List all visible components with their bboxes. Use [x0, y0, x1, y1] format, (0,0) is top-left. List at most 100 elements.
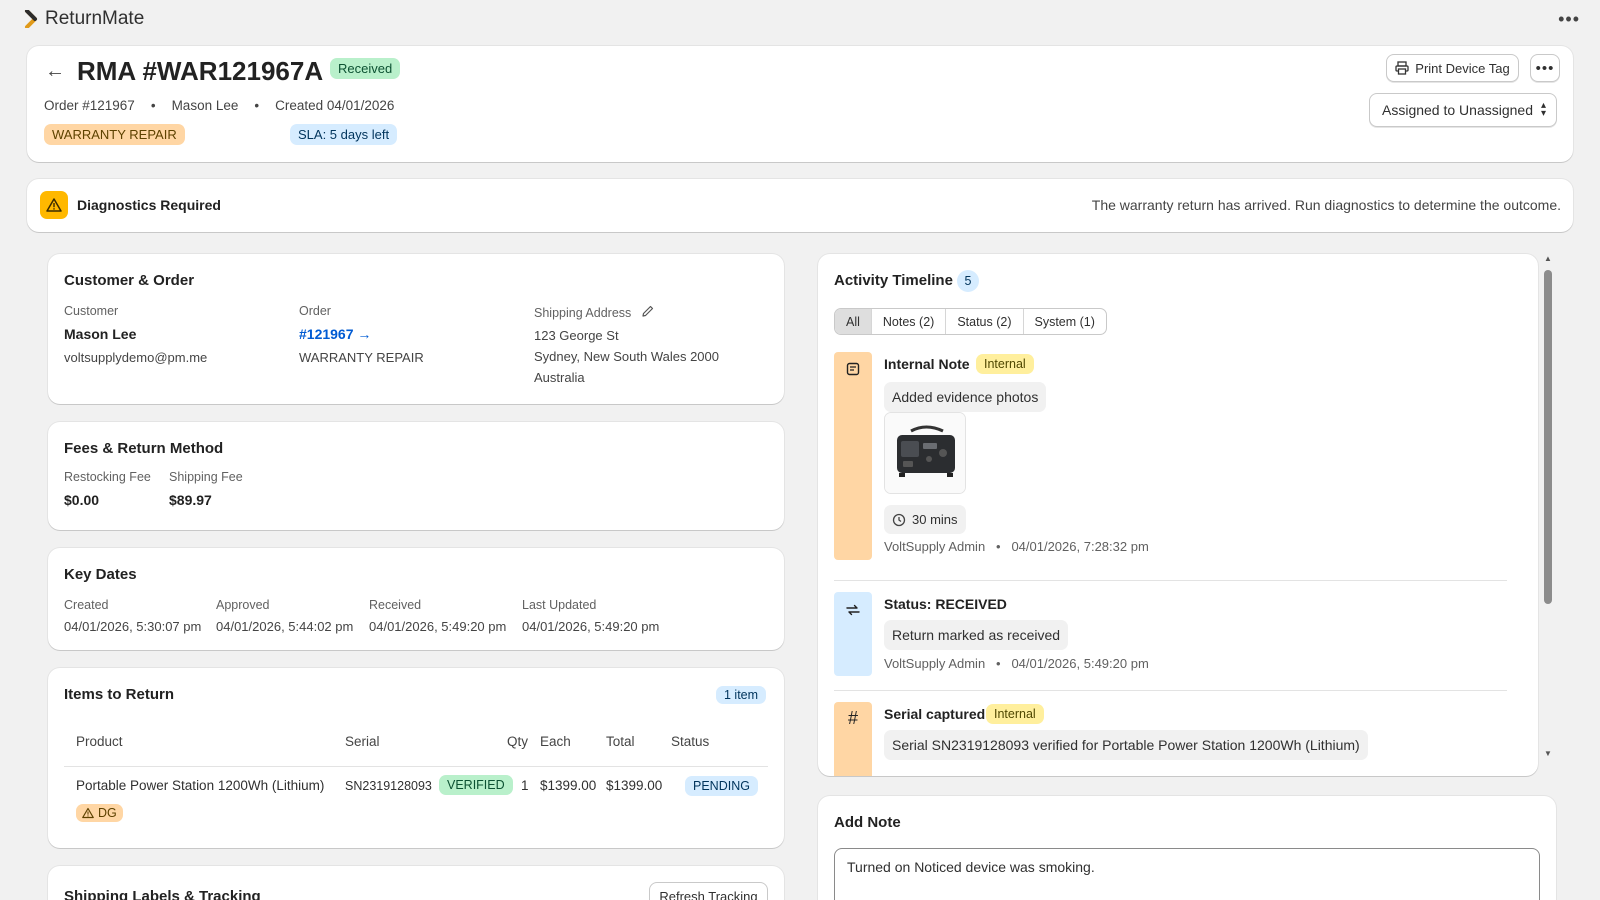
- event-time: 04/01/2026, 5:49:20 pm: [1011, 656, 1149, 671]
- created-label: Created: [64, 598, 109, 612]
- select-arrows-icon: ▴ ▾: [1540, 100, 1546, 119]
- hash-icon: #: [834, 702, 872, 776]
- page-title: RMA #WAR121967A: [77, 56, 324, 86]
- duration-chip: 30 mins: [884, 505, 966, 534]
- customer-email: voltsupplydemo@pm.me: [64, 350, 208, 365]
- scroll-up-icon[interactable]: ▲: [1544, 254, 1552, 263]
- table-divider: [64, 766, 768, 767]
- brand[interactable]: ReturnMate: [24, 8, 144, 30]
- serial-verified-badge: VERIFIED: [439, 775, 513, 795]
- top-bar: ReturnMate •••: [0, 0, 1600, 38]
- column-header-product: Product: [76, 734, 123, 749]
- created-value: 04/01/2026, 5:30:07 pm: [64, 619, 202, 634]
- ellipsis-icon: •••: [1535, 59, 1555, 77]
- app-more-icon[interactable]: •••: [1558, 9, 1580, 30]
- item-count-badge: 1 item: [716, 686, 767, 704]
- section-title: Shipping Labels & Tracking: [64, 888, 261, 900]
- event-type-bar: [834, 352, 872, 560]
- activity-timeline-card: Activity Timeline 5 All Notes (2) Status…: [818, 254, 1538, 776]
- assignee-select[interactable]: Assigned to Unassigned ▴ ▾: [1369, 93, 1557, 127]
- created-date: Created 04/01/2026: [275, 98, 395, 113]
- shipping-fee-value: $89.97: [169, 492, 212, 508]
- column-header-each: Each: [540, 734, 571, 749]
- note-icon: [846, 362, 860, 376]
- section-title: Add Note: [834, 814, 901, 831]
- activity-count-badge: 5: [957, 270, 979, 292]
- received-value: 04/01/2026, 5:49:20 pm: [369, 619, 507, 634]
- event-time: 04/01/2026, 7:28:32 pm: [1011, 539, 1149, 554]
- refresh-tracking-button[interactable]: Refresh Tracking: [649, 882, 768, 900]
- print-device-tag-label: Print Device Tag: [1415, 60, 1510, 76]
- clock-icon: [892, 513, 906, 526]
- tab-notes[interactable]: Notes (2): [870, 309, 945, 334]
- order-link[interactable]: #121967 →: [299, 326, 371, 342]
- warning-icon: [82, 807, 94, 819]
- address-line: Australia: [534, 370, 585, 385]
- customer-label: Customer: [64, 304, 119, 318]
- note-textarea[interactable]: Turned on Noticed device was smoking.: [834, 848, 1540, 900]
- shipping-labels-card: Shipping Labels & Tracking Refresh Track…: [48, 866, 784, 900]
- tab-all[interactable]: All: [835, 309, 871, 334]
- internal-badge: Internal: [986, 704, 1044, 724]
- event-body: Added evidence photos: [884, 382, 1047, 412]
- order-label: Order: [299, 304, 331, 318]
- column-header-qty: Qty: [507, 734, 529, 749]
- rma-header: ← RMA #WAR121967A Received Order #121967…: [27, 46, 1573, 162]
- restocking-fee-label: Restocking Fee: [64, 470, 151, 484]
- return-type-badge: WARRANTY REPAIR: [44, 124, 185, 145]
- print-device-tag-button[interactable]: Print Device Tag: [1386, 54, 1519, 82]
- app-name: ReturnMate: [45, 8, 145, 29]
- diagnostics-alert: Diagnostics Required The warranty return…: [27, 179, 1573, 232]
- meta-separator: •: [988, 539, 1008, 554]
- column-header-status: Status: [671, 734, 710, 749]
- section-title: Key Dates: [64, 566, 137, 583]
- section-title: Activity Timeline: [834, 272, 953, 289]
- fees-card: Fees & Return Method Restocking Fee $0.0…: [48, 422, 784, 530]
- section-title: Fees & Return Method: [64, 440, 224, 457]
- serial-number: SN2319128093: [345, 779, 432, 793]
- status-change-icon: [846, 604, 860, 616]
- event-author: VoltSupply Admin: [884, 656, 986, 671]
- more-actions-button[interactable]: •••: [1530, 54, 1560, 82]
- event-body: Serial SN2319128093 verified for Portabl…: [884, 730, 1368, 760]
- event-body: Return marked as received: [884, 620, 1069, 650]
- approved-value: 04/01/2026, 5:44:02 pm: [216, 619, 354, 634]
- pencil-icon[interactable]: [641, 304, 655, 318]
- received-label: Received: [369, 598, 422, 612]
- duration-value: 30 mins: [912, 512, 958, 527]
- dg-label: DG: [98, 806, 117, 820]
- activity-filter-tabs: All Notes (2) Status (2) System (1): [834, 308, 1107, 335]
- tab-system[interactable]: System (1): [1022, 309, 1106, 334]
- line-total: $1399.00: [606, 778, 663, 793]
- event-title: Status: RECEIVED: [884, 596, 1007, 612]
- sla-badge: SLA: 5 days left: [290, 124, 398, 145]
- brand-logo-icon: [25, 10, 37, 28]
- back-arrow-icon[interactable]: ←: [45, 60, 65, 83]
- event-title: Internal Note: [884, 356, 970, 372]
- internal-badge: Internal: [976, 354, 1034, 374]
- power-station-image: [885, 413, 965, 493]
- event-type-bar: [834, 592, 872, 676]
- scroll-down-icon[interactable]: ▼: [1544, 749, 1552, 758]
- event-title: Serial captured: [884, 706, 986, 722]
- section-title: Items to Return: [64, 686, 175, 703]
- alert-message: The warranty return has arrived. Run dia…: [1091, 197, 1561, 213]
- evidence-photo-thumbnail[interactable]: [884, 412, 966, 494]
- meta-separator: •: [254, 98, 260, 113]
- approved-label: Approved: [216, 598, 270, 612]
- header-meta: Order #121967 • Mason Lee • Created 04/0…: [44, 98, 394, 113]
- event-divider: [834, 580, 1507, 581]
- items-card: Items to Return 1 item Product Serial Qt…: [48, 668, 784, 848]
- key-dates-card: Key Dates Created 04/01/2026, 5:30:07 pm…: [48, 548, 784, 650]
- scrollbar-thumb[interactable]: [1544, 270, 1552, 604]
- customer-order-card: Customer & Order Customer Mason Lee volt…: [48, 254, 784, 404]
- event-meta: VoltSupply Admin • 04/01/2026, 7:28:32 p…: [884, 539, 1149, 554]
- tab-status[interactable]: Status (2): [945, 309, 1022, 334]
- address-line: Sydney, New South Wales 2000: [534, 349, 719, 364]
- order-number: Order #121967: [44, 98, 135, 113]
- item-status-badge: PENDING: [685, 776, 758, 796]
- alert-title: Diagnostics Required: [77, 197, 221, 213]
- event-divider: [834, 690, 1507, 691]
- customer-name: Mason Lee: [171, 98, 239, 113]
- address-line: 123 George St: [534, 328, 619, 343]
